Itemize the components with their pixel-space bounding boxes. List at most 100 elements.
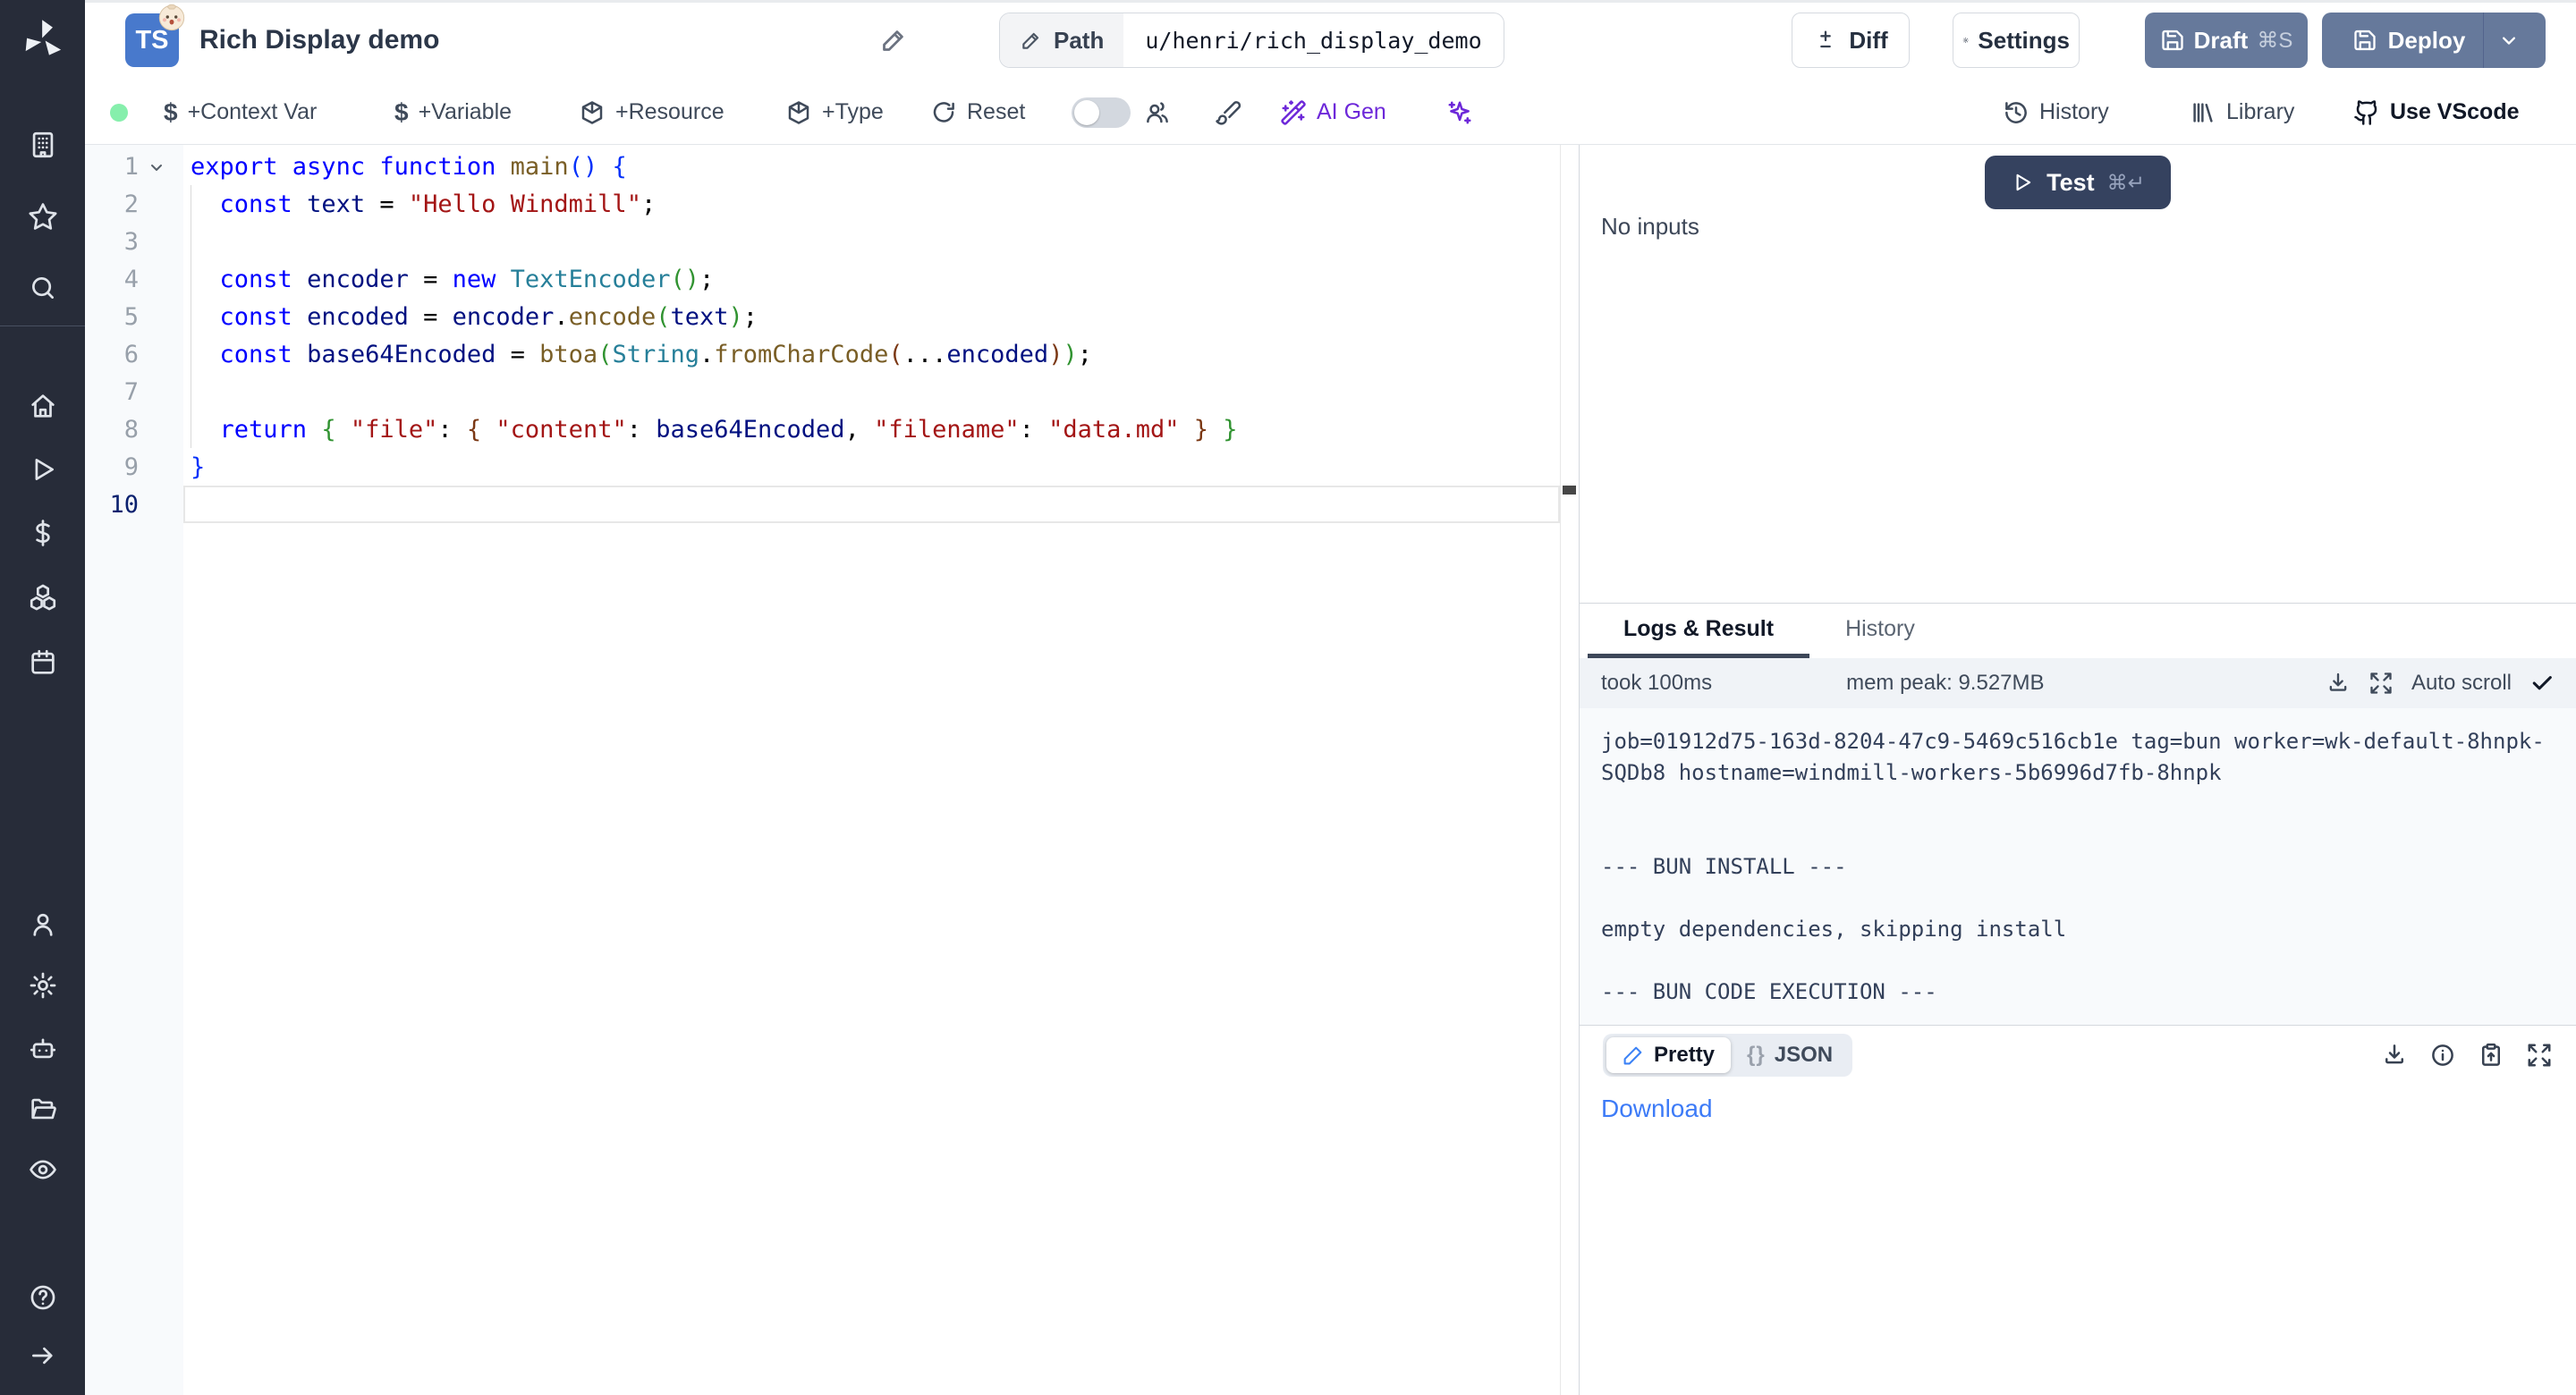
maximize-result-icon[interactable]	[2526, 1042, 2553, 1069]
auto-scroll-label[interactable]: Auto scroll	[2411, 671, 2512, 696]
editor-lines: 1export async function main() {2 const t…	[85, 145, 1579, 523]
download-logs-icon[interactable]	[2326, 671, 2351, 696]
plus-minus-icon	[1813, 28, 1838, 53]
path-group[interactable]: Path u/henri/rich_display_demo	[999, 13, 1504, 68]
package-icon	[579, 99, 606, 126]
sidebar-item-account[interactable]	[0, 909, 85, 940]
sidebar-item-collapse[interactable]	[0, 1340, 85, 1371]
cubes-icon	[28, 582, 58, 613]
editor-line-4[interactable]: 4 const encoder = new TextEncoder();	[85, 260, 1579, 298]
sidebar-item-folders[interactable]	[0, 1094, 85, 1124]
add-resource-button[interactable]: +Resource	[579, 80, 724, 144]
windmill-logo-icon[interactable]	[0, 16, 85, 64]
line-number: 9	[85, 448, 183, 486]
toggle-knob	[1074, 100, 1099, 125]
ai-sparkles-button[interactable]	[1446, 80, 1473, 144]
test-button[interactable]: Test ⌘↵	[1985, 156, 2171, 209]
history-button[interactable]: History	[2003, 80, 2109, 144]
multiplayer-button[interactable]	[1144, 80, 1171, 144]
library-label: Library	[2226, 99, 2294, 125]
sidebar-item-settings[interactable]	[0, 970, 85, 1001]
add-type-button[interactable]: +Type	[785, 80, 884, 144]
star-icon	[28, 201, 58, 232]
sparkles-icon	[1446, 99, 1473, 126]
sidebar-item-favorites[interactable]	[0, 201, 85, 232]
pretty-view-button[interactable]: Pretty	[1606, 1037, 1731, 1073]
history-label: History	[2039, 99, 2109, 125]
reset-button[interactable]: Reset	[930, 80, 1025, 144]
editor-line-1[interactable]: 1export async function main() {	[85, 148, 1579, 185]
sidebar-item-search[interactable]	[0, 273, 85, 303]
json-view-label: JSON	[1775, 1043, 1833, 1068]
log-text: job=01912d75-163d-8204-47c9-5469c516cb1e…	[1580, 708, 2576, 1008]
dollar-icon	[28, 518, 58, 548]
download-result-link[interactable]: Download	[1601, 1095, 2576, 1123]
editor-line-5[interactable]: 5 const encoded = encoder.encode(text);	[85, 298, 1579, 335]
sidebar-item-audit[interactable]	[0, 1154, 85, 1185]
draft-button-label: Draft	[2194, 27, 2249, 55]
editor-line-10[interactable]: 10	[85, 486, 1579, 523]
path-button[interactable]: Path	[1000, 13, 1123, 67]
sidebar-item-variables[interactable]	[0, 518, 85, 548]
editor-line-7[interactable]: 7	[85, 373, 1579, 410]
script-path[interactable]: u/henri/rich_display_demo	[1123, 13, 1503, 67]
check-icon[interactable]	[2529, 671, 2555, 696]
sidebar-item-runs[interactable]	[0, 454, 85, 485]
editor-line-8[interactable]: 8 return { "file": { "content": base64En…	[85, 410, 1579, 448]
format-button[interactable]	[1215, 80, 1241, 144]
settings-button-label: Settings	[1978, 27, 2070, 55]
library-button[interactable]: Library	[2190, 80, 2294, 144]
json-view-button[interactable]: {} JSON	[1731, 1037, 1849, 1073]
sidebar-item-workers[interactable]	[0, 1033, 85, 1063]
windmill-app: TS Rich Display demo Path u/henri/rich_d…	[0, 0, 2576, 1395]
log-output[interactable]: job=01912d75-163d-8204-47c9-5469c516cb1e…	[1580, 708, 2576, 1025]
use-vscode-button[interactable]: Use VScode	[2353, 80, 2520, 144]
editor-overview-ruler[interactable]	[1560, 145, 1579, 1395]
editor-toolbar: $ +Context Var $ +Variable +Resource +Ty…	[85, 80, 2576, 145]
deploy-button[interactable]: Deploy	[2322, 13, 2546, 68]
deploy-dropdown[interactable]	[2484, 13, 2533, 68]
add-variable-button[interactable]: $ +Variable	[394, 80, 512, 144]
settings-button[interactable]: Settings	[1953, 13, 2080, 68]
edit-summary-pencil-icon[interactable]	[879, 25, 909, 55]
deploy-button-main[interactable]: Deploy	[2334, 13, 2484, 68]
add-context-var-button[interactable]: $ +Context Var	[164, 80, 317, 144]
line-number: 3	[85, 223, 183, 260]
sidebar-item-resources[interactable]	[0, 582, 85, 613]
dollar-icon: $	[394, 100, 409, 125]
line-number: 2	[85, 185, 183, 223]
deploy-button-label: Deploy	[2388, 27, 2466, 55]
expand-logs-icon[interactable]	[2368, 671, 2394, 696]
copy-result-icon[interactable]	[2478, 1042, 2504, 1069]
editor-line-6[interactable]: 6 const base64Encoded = btoa(String.from…	[85, 335, 1579, 373]
topbar: TS Rich Display demo Path u/henri/rich_d…	[85, 0, 2576, 80]
search-icon	[28, 273, 58, 303]
editor-line-3[interactable]: 3	[85, 223, 1579, 260]
editor-line-2[interactable]: 2 const text = "Hello Windmill";	[85, 185, 1579, 223]
draft-button[interactable]: Draft ⌘S	[2145, 13, 2308, 68]
gear-icon	[28, 970, 58, 1001]
tab-history[interactable]: History	[1809, 604, 1951, 658]
sidebar-item-help[interactable]	[0, 1282, 85, 1313]
tab-logs-result[interactable]: Logs & Result	[1588, 604, 1809, 658]
info-icon[interactable]	[2429, 1042, 2456, 1069]
code-editor[interactable]: 1export async function main() {2 const t…	[85, 145, 1579, 1395]
ai-gen-button[interactable]: AI Gen	[1280, 80, 1386, 144]
toggle-switch[interactable]	[1072, 97, 1131, 128]
package-icon	[785, 99, 812, 126]
sidebar-item-home[interactable]	[0, 391, 85, 421]
user-icon	[28, 909, 58, 940]
sidebar-item-schedules[interactable]	[0, 647, 85, 678]
line-number: 8	[85, 410, 183, 448]
result-tabs: Logs & Result History	[1580, 603, 2576, 658]
home-icon	[28, 391, 58, 421]
editor-line-9[interactable]: 9}	[85, 448, 1579, 486]
add-resource-label: +Resource	[615, 99, 724, 125]
diff-button-label: Diff	[1849, 27, 1887, 55]
download-result-icon[interactable]	[2381, 1042, 2408, 1069]
diff-button[interactable]: Diff	[1792, 13, 1910, 68]
fold-chevron-icon[interactable]	[146, 156, 167, 178]
users-icon	[1144, 99, 1171, 126]
sidebar-item-workspace[interactable]	[0, 130, 85, 160]
chevron-down-icon	[2496, 28, 2521, 53]
